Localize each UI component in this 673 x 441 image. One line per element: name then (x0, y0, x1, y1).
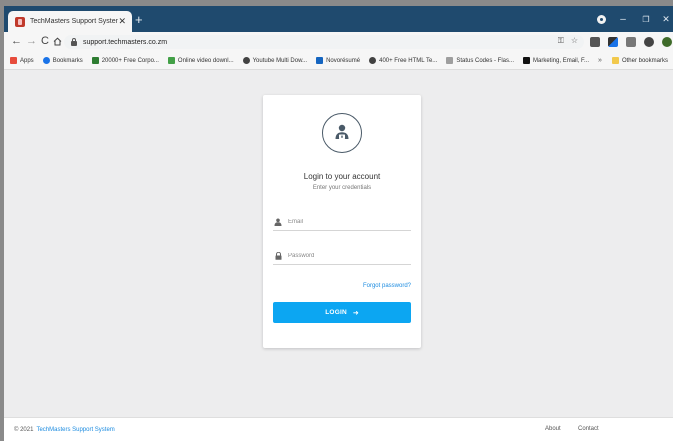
other-bookmarks[interactable]: Other bookmarks (611, 57, 668, 64)
login-subtitle: Enter your credentials (312, 185, 372, 191)
close-window-icon[interactable]: ✕ (660, 12, 672, 26)
home-icon[interactable] (53, 37, 62, 46)
profile-icon[interactable] (596, 12, 606, 26)
login-title: Login to your account (303, 172, 381, 181)
bookmark-item[interactable]: Online video downl... (167, 57, 234, 64)
login-button-label: LOGIN (325, 309, 347, 316)
lock-icon (273, 252, 283, 260)
bookmarks-bar: Apps Bookmarks 20000+ Free Corpo... Onli… (4, 52, 673, 70)
email-input[interactable] (288, 219, 406, 225)
maximize-icon[interactable]: ❐ (640, 12, 652, 26)
forward-icon[interactable]: → (26, 36, 37, 47)
reload-icon[interactable]: C (41, 36, 49, 47)
bookmark-favicon-icon (91, 57, 99, 64)
forgot-password-link[interactable]: Forgot password? (363, 283, 411, 289)
bookmarks-overflow-icon[interactable]: » (598, 57, 602, 64)
user-lock-icon (322, 113, 362, 153)
bookmark-item[interactable]: Apps (10, 57, 34, 64)
browser-tab[interactable]: TechMasters Support System ✕ (8, 11, 132, 32)
address-bar[interactable]: support.techmasters.co.zm ⚿ ☆ (64, 35, 584, 49)
footer-brand-link[interactable]: TechMasters Support System (36, 427, 114, 433)
new-tab-icon[interactable]: + (135, 13, 143, 26)
back-icon[interactable]: ← (11, 36, 22, 47)
tab-strip: TechMasters Support System ✕ + – ❐ ✕ (4, 6, 673, 32)
page-footer: © 2021 TechMasters Support System About … (4, 417, 673, 441)
bookmark-item[interactable]: Novorésumé (316, 57, 360, 64)
bookmark-item[interactable]: Bookmarks (42, 57, 83, 64)
bookmark-item[interactable]: 20000+ Free Corpo... (91, 57, 159, 64)
page-icon (446, 57, 454, 64)
novoresume-icon (316, 57, 324, 64)
about-link[interactable]: About (545, 426, 561, 432)
email-field (273, 214, 411, 231)
extension-icon[interactable] (590, 36, 600, 47)
browser-window: TechMasters Support System ✕ + – ❐ ✕ ← →… (4, 6, 673, 441)
login-card: Login to your account Enter your credent… (263, 95, 421, 348)
apps-grid-icon (10, 57, 17, 64)
marketing-favicon-icon (523, 57, 531, 64)
browser-toolbar: ← → C support.techmasters.co.zm ⚿ ☆ ⋮ (4, 32, 673, 52)
bookmark-item[interactable]: Youtube Multi Dow... (242, 57, 307, 64)
site-favicon-icon (15, 16, 25, 27)
key-icon[interactable]: ⚿ (558, 36, 564, 46)
mail-extension-icon[interactable] (626, 36, 636, 47)
url-text: support.techmasters.co.zm (83, 38, 168, 46)
arrow-right-icon: ➜ (352, 309, 359, 317)
bookmark-item[interactable]: Marketing, Email, F... (523, 57, 589, 64)
pen-extension-icon[interactable] (608, 36, 618, 47)
copyright-text: © 2021 (14, 426, 34, 433)
minimize-icon[interactable]: – (617, 12, 629, 26)
login-button[interactable]: LOGIN ➜ (273, 302, 411, 323)
bookmark-item[interactable]: Status Codes - Flas... (446, 57, 514, 64)
bookmark-item[interactable]: 400+ Free HTML Te... (369, 57, 437, 64)
star-icon[interactable]: ☆ (571, 36, 578, 46)
folder-icon (611, 57, 619, 64)
lock-icon (71, 37, 77, 46)
close-tab-icon[interactable]: ✕ (118, 16, 126, 27)
user-icon (273, 218, 283, 226)
star-icon (42, 57, 50, 64)
globe-icon (369, 57, 377, 64)
password-field (273, 248, 411, 265)
avatar[interactable] (662, 36, 672, 47)
download-arrow-icon (167, 57, 175, 64)
password-input[interactable] (288, 253, 406, 259)
page-content: Login to your account Enter your credent… (4, 70, 673, 441)
tab-title: TechMasters Support System (30, 18, 119, 25)
contact-link[interactable]: Contact (578, 426, 599, 432)
puzzle-icon[interactable] (644, 36, 654, 47)
globe-icon (242, 57, 250, 64)
